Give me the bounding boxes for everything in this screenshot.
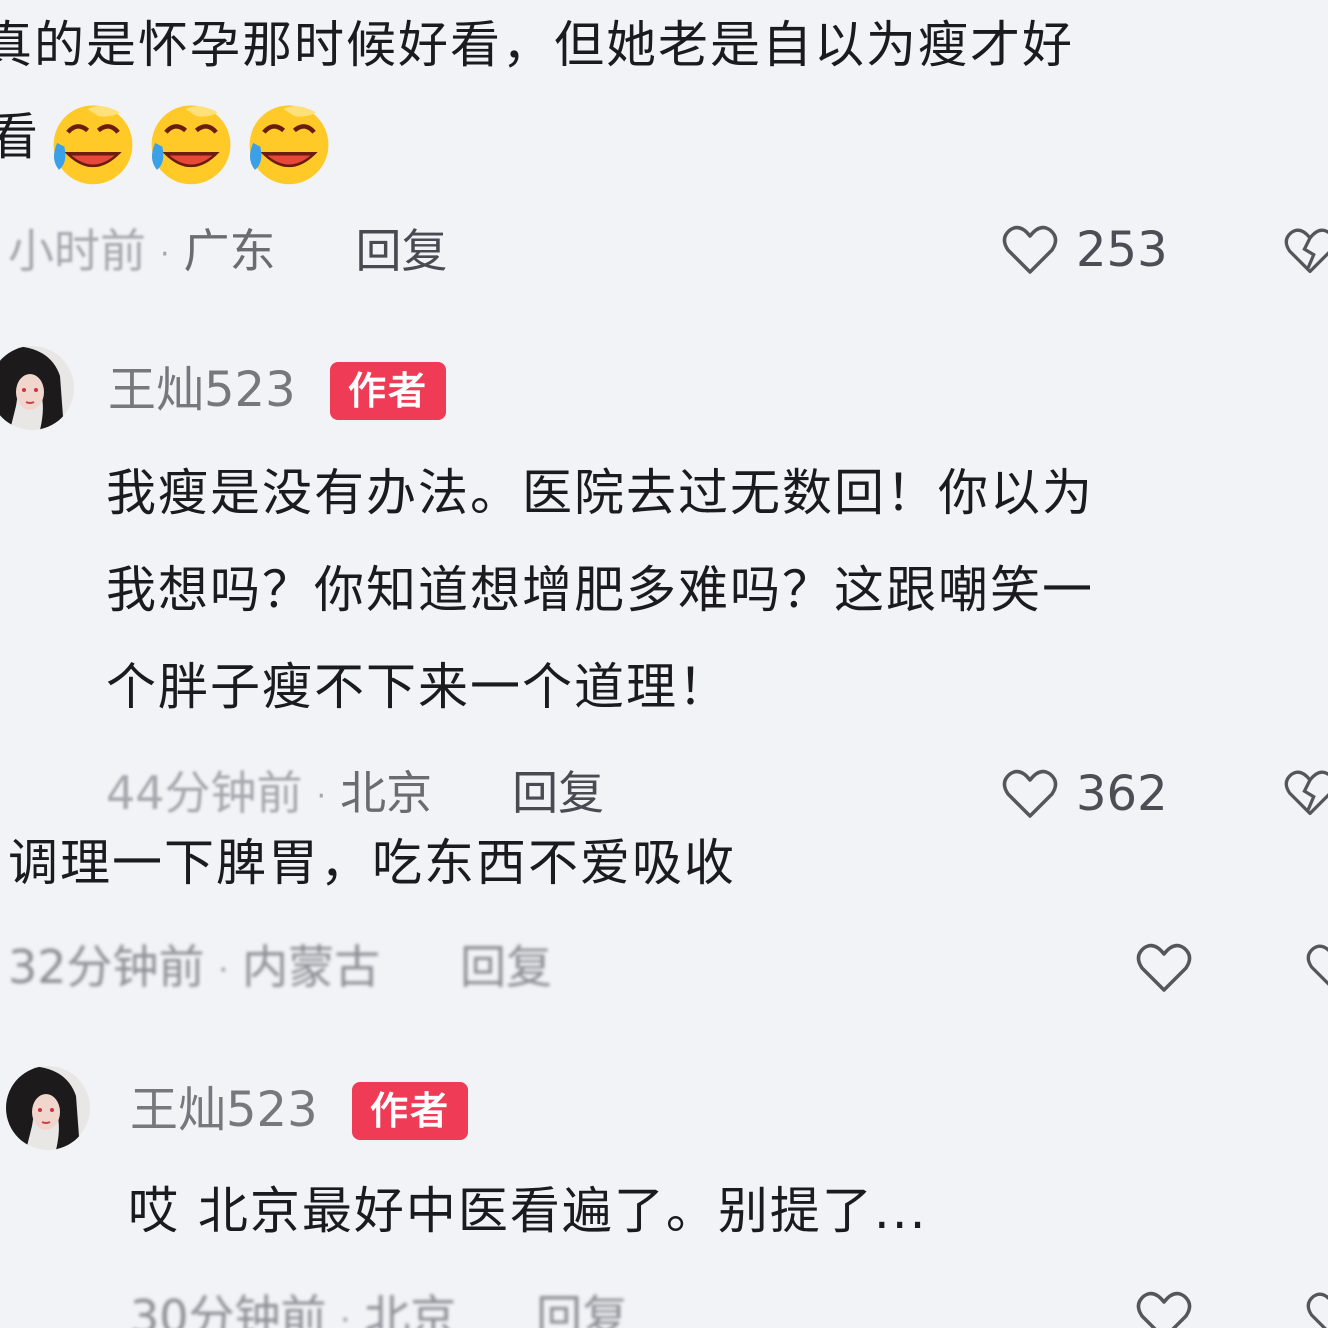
broken-heart-icon[interactable]: [1306, 1290, 1328, 1328]
comment-meta: 小时前 · 广东 回复: [8, 228, 448, 274]
reply-button[interactable]: 回复: [460, 940, 552, 994]
comment-time: 30分钟前: [130, 1290, 327, 1328]
heart-outline-icon: [1136, 1291, 1192, 1328]
author-badge: 作者: [352, 1082, 469, 1140]
username[interactable]: 王灿523: [130, 1086, 318, 1134]
comment-location: 内蒙古: [242, 940, 381, 994]
broken-heart-icon[interactable]: [1284, 768, 1328, 818]
avatar-image: [6, 1066, 90, 1150]
reply-button[interactable]: 回复: [512, 766, 604, 820]
comment-location: 北京: [340, 766, 433, 820]
broken-heart-icon[interactable]: [1306, 942, 1328, 992]
comment-text: 看: [0, 108, 40, 166]
comment-time: 小时前: [8, 224, 146, 278]
reply-button[interactable]: 回复: [356, 224, 448, 278]
comment-meta: 32分钟前 · 内蒙古 回复: [8, 944, 552, 990]
emoji-group: [40, 100, 334, 186]
like-button[interactable]: [1136, 1290, 1210, 1328]
comment-thread: 真的是怀孕那时候好看，但她老是自以为瘦才好 看 小时前 · 广东 回复 253 …: [0, 0, 1328, 1328]
comment-text: 我瘦是没有办法。医院去过无数回！你以为: [106, 464, 1094, 522]
comment-time: 44分钟前: [106, 766, 303, 820]
comment-location: 北京: [364, 1290, 457, 1328]
heart-outline-icon: [1002, 225, 1058, 274]
comment-text: 调理一下脾胃，吃东西不爱吸收: [8, 834, 736, 892]
heart-outline-icon: [1002, 769, 1058, 818]
comment-text: 哎 北京最好中医看遍了。别提了...: [128, 1182, 928, 1240]
like-button[interactable]: 253: [1002, 224, 1168, 276]
comment-text: 我想吗？你知道想增肥多难吗？这跟嘲笑一: [106, 561, 1094, 619]
username[interactable]: 王灿523: [108, 366, 296, 414]
like-button[interactable]: 362: [1002, 768, 1168, 820]
comment-location: 广东: [183, 224, 276, 278]
heart-outline-icon: [1136, 943, 1192, 992]
comment-meta: 44分钟前 · 北京 回复: [106, 770, 604, 816]
comment-time: 32分钟前: [8, 940, 205, 994]
crying-laughing-face-icon: [53, 105, 133, 185]
comment-meta: 30分钟前 · 北京 回复: [130, 1294, 628, 1328]
separator-dot: ·: [340, 1302, 351, 1328]
comment-text: 真的是怀孕那时候好看，但她老是自以为瘦才好: [0, 16, 1074, 74]
crying-laughing-face-icon: [151, 105, 231, 185]
separator-dot: ·: [160, 236, 170, 272]
crying-laughing-face-icon: [249, 105, 329, 185]
like-button[interactable]: [1136, 942, 1210, 994]
like-count: 253: [1076, 222, 1168, 278]
avatar[interactable]: [0, 346, 74, 430]
avatar[interactable]: [6, 1066, 90, 1150]
broken-heart-icon[interactable]: [1284, 226, 1328, 276]
comment-text: 个胖子瘦不下来一个道理！: [106, 658, 730, 716]
separator-dot: ·: [218, 952, 229, 988]
reply-button[interactable]: 回复: [536, 1290, 628, 1328]
separator-dot: ·: [316, 778, 327, 814]
author-badge: 作者: [330, 362, 447, 420]
like-count: 362: [1076, 766, 1168, 822]
avatar-image: [0, 346, 74, 430]
